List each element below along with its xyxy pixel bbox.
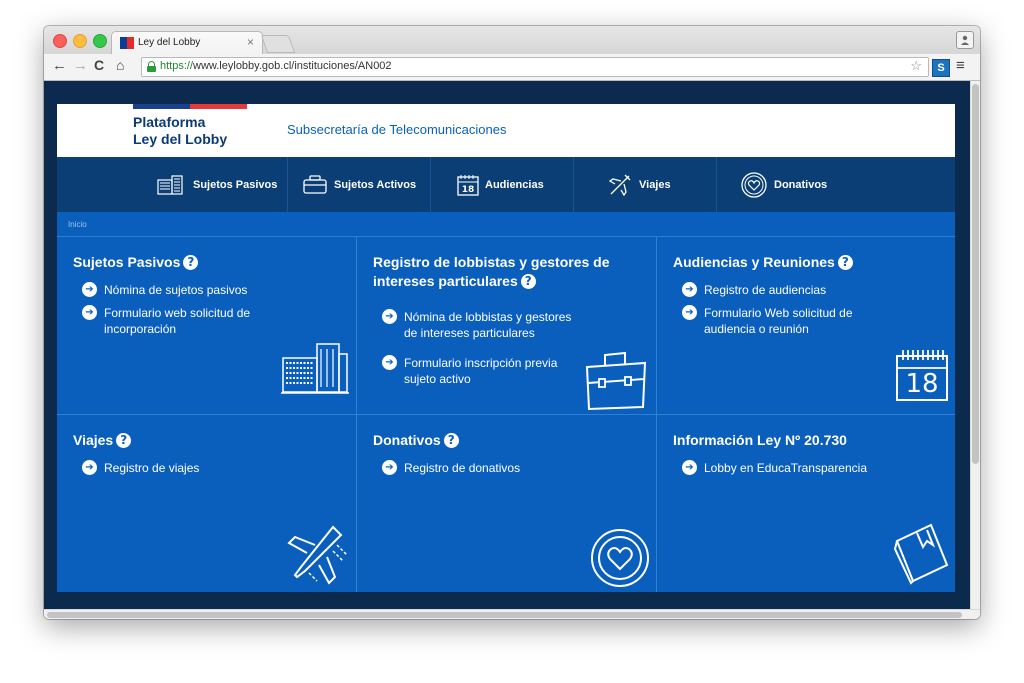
profile-icon[interactable] — [956, 31, 974, 49]
link-registro-donativos[interactable]: ➔ Registro de donativos — [382, 460, 520, 476]
building-icon — [157, 174, 183, 195]
home-icon[interactable]: ⌂ — [116, 57, 124, 73]
card-donativos: Donativos? ➔ Registro de donativos — [357, 415, 656, 592]
nav-item-sujetos-pasivos[interactable]: Sujetos Pasivos — [157, 157, 277, 212]
link-nomina-sujetos-pasivos[interactable]: ➔ Nómina de sujetos pasivos — [82, 282, 247, 298]
link-formulario-audiencia[interactable]: ➔ Formulario Web solicitud de audiencia o… — [682, 305, 853, 337]
arrow-icon: ➔ — [382, 309, 397, 324]
arrow-icon: ➔ — [682, 282, 697, 297]
link-registro-audiencias[interactable]: ➔ Registro de audiencias — [682, 282, 826, 298]
arrow-icon: ➔ — [82, 460, 97, 475]
url-text: https://www.leylobby.gob.cl/institucione… — [160, 60, 392, 72]
calendar-icon: 18 — [894, 347, 950, 403]
card-audiencias-reuniones: Audiencias y Reuniones? ➔ Registro de aud… — [657, 237, 955, 414]
help-icon[interactable]: ? — [183, 255, 199, 270]
briefcase-icon — [585, 351, 647, 411]
horizontal-scrollbar[interactable] — [44, 609, 980, 619]
help-icon[interactable]: ? — [443, 433, 459, 448]
heart-icon — [591, 529, 649, 587]
arrow-icon: ➔ — [682, 305, 697, 320]
link-nomina-lobbistas[interactable]: ➔ Nómina de lobbistas y gestores de inter… — [382, 309, 571, 341]
browser-tab[interactable]: Ley del Lobby × — [111, 31, 263, 55]
vertical-scrollbar[interactable] — [970, 81, 980, 609]
help-icon[interactable]: ? — [116, 433, 132, 448]
nav-separator — [430, 157, 431, 212]
site-content: Plataforma Ley del Lobby Subsecretaría de… — [57, 104, 955, 592]
vertical-scroll-thumb[interactable] — [972, 84, 979, 464]
breadcrumb: Inicio — [57, 212, 955, 237]
building-icon — [281, 343, 349, 394]
tab-title: Ley del Lobby — [138, 37, 201, 48]
flag-bar — [133, 104, 247, 109]
institution-name: Subsecretaría de Telecomunicaciones — [287, 122, 507, 137]
card-informacion-ley: Información Ley Nº 20.730 ➔ Lobby en Educ… — [657, 415, 955, 592]
card-sujetos-pasivos: Sujetos Pasivos? ➔ Nómina de sujetos pasi… — [57, 237, 356, 414]
nav-separator — [287, 157, 288, 212]
site-logo[interactable]: Plataforma Ley del Lobby — [133, 114, 227, 148]
book-icon — [893, 523, 949, 585]
link-lobby-educatransparencia[interactable]: ➔ Lobby en EducaTransparencia — [682, 460, 867, 476]
link-formulario-incorporacion[interactable]: ➔ Formulario web solicitud de incorporaci… — [82, 305, 250, 337]
page-viewport: Plataforma Ley del Lobby Subsecretaría de… — [44, 81, 970, 609]
browser-window: Ley del Lobby × ← → C ⌂ https://www.leyl… — [44, 26, 980, 619]
arrow-icon: ➔ — [82, 305, 97, 320]
chile-flag-favicon-icon — [120, 37, 134, 49]
arrow-icon: ➔ — [382, 355, 397, 370]
bookmark-star-icon[interactable]: ☆ — [910, 58, 922, 74]
minimize-window-button[interactable] — [73, 34, 87, 48]
address-bar[interactable]: https://www.leylobby.gob.cl/institucione… — [141, 57, 929, 77]
tab-strip: Ley del Lobby × — [44, 26, 980, 55]
maximize-window-button[interactable] — [93, 34, 107, 48]
extension-icon[interactable]: S — [932, 59, 950, 77]
new-tab-button[interactable] — [260, 35, 296, 53]
lock-icon — [147, 61, 156, 72]
main-nav: Sujetos Pasivos Sujetos Activos 18 Audie… — [57, 157, 955, 212]
card-title[interactable]: Audiencias y Reuniones? — [673, 253, 853, 272]
tab-close-icon[interactable]: × — [247, 35, 254, 49]
forward-arrow-icon[interactable]: → — [73, 57, 88, 74]
airplane-icon — [608, 174, 631, 196]
arrow-icon: ➔ — [682, 460, 697, 475]
browser-toolbar: ← → C ⌂ https://www.leylobby.gob.cl/inst… — [44, 54, 980, 81]
breadcrumb-home-link[interactable]: Inicio — [68, 220, 87, 229]
nav-separator — [573, 157, 574, 212]
reload-icon[interactable]: C — [94, 57, 104, 73]
arrow-icon: ➔ — [82, 282, 97, 297]
heart-icon — [741, 171, 767, 198]
close-window-button[interactable] — [53, 34, 67, 48]
link-formulario-inscripcion[interactable]: ➔ Formulario inscripción previa sujeto ac… — [382, 355, 557, 387]
briefcase-icon — [303, 174, 327, 194]
card-title[interactable]: Registro de lobbistas y gestores de inte… — [373, 253, 610, 291]
menu-icon[interactable]: ≡ — [956, 57, 965, 74]
card-registro-lobbistas: Registro de lobbistas y gestores de inte… — [357, 237, 656, 414]
arrow-icon: ➔ — [382, 460, 397, 475]
card-title[interactable]: Viajes? — [73, 431, 132, 450]
link-registro-viajes[interactable]: ➔ Registro de viajes — [82, 460, 199, 476]
airplane-icon — [287, 525, 348, 585]
card-viajes: Viajes? ➔ Registro de viajes — [57, 415, 356, 592]
nav-item-donativos[interactable]: Donativos — [740, 157, 827, 212]
back-arrow-icon[interactable]: ← — [52, 57, 67, 74]
horizontal-scroll-thumb[interactable] — [47, 612, 962, 618]
help-icon[interactable]: ? — [837, 255, 853, 270]
card-title[interactable]: Sujetos Pasivos? — [73, 253, 199, 272]
help-icon[interactable]: ? — [520, 274, 536, 289]
calendar-icon: 18 — [457, 174, 479, 196]
nav-item-viajes[interactable]: Viajes — [607, 157, 671, 212]
site-header: Plataforma Ley del Lobby Subsecretaría de… — [57, 104, 955, 157]
nav-separator — [716, 157, 717, 212]
calendar-date-number: 18 — [905, 369, 939, 399]
card-title[interactable]: Donativos? — [373, 431, 459, 450]
nav-item-sujetos-activos[interactable]: Sujetos Activos — [302, 157, 416, 212]
nav-item-audiencias[interactable]: 18 Audiencias — [457, 157, 544, 212]
card-title[interactable]: Información Ley Nº 20.730 — [673, 431, 847, 450]
svg-text:18: 18 — [462, 185, 475, 195]
